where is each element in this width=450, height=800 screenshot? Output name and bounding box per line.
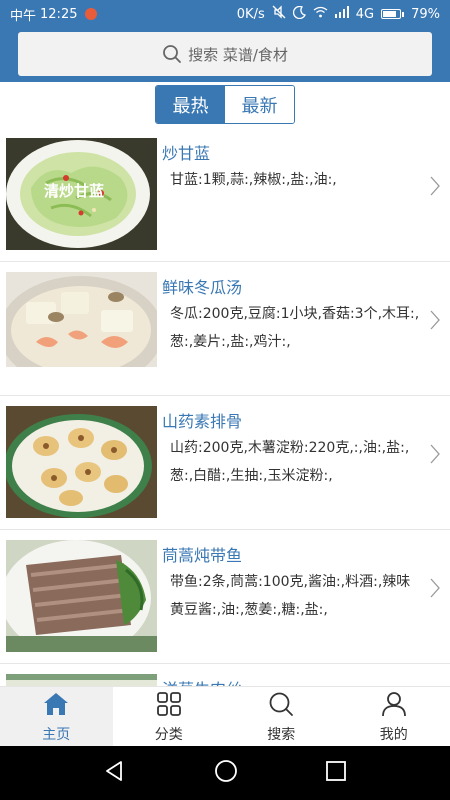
chevron-right-icon (430, 176, 440, 200)
nav-search-label: 搜索 (267, 726, 296, 743)
recipe-ingredients: 甘蓝:1颗,蒜:,辣椒:,盐:,油:, (170, 172, 337, 188)
recipe-title: 炒甘蓝 (162, 144, 211, 163)
status-carrier: 中午 (10, 8, 37, 24)
recipe-item[interactable]: 清炒甘蓝 炒甘蓝 甘蓝:1颗,蒜:,辣椒:,盐:,油:, (0, 128, 450, 262)
search-bar[interactable]: 搜索 菜谱/食材 (18, 32, 432, 76)
network-type: 4G (355, 6, 375, 22)
status-time: 12:25 (40, 6, 78, 22)
recipe-item[interactable]: 茼蒿炖带鱼 带鱼:2条,茼蒿:100克,酱油:,料酒:,辣味黄豆酱:,油:,葱姜… (0, 530, 450, 664)
wifi-icon (313, 6, 328, 22)
back-icon[interactable] (103, 759, 127, 787)
recents-icon[interactable] (325, 760, 347, 786)
chevron-right-icon (430, 578, 440, 602)
search-icon (268, 691, 294, 721)
recipe-image (6, 406, 157, 518)
recipe-ingredients: 山药:200克,木薯淀粉:220克,:,油:,盐:,葱:,白醋:,生抽:,玉米淀… (170, 440, 410, 484)
search-placeholder: 搜索 菜谱/食材 (188, 45, 288, 64)
nav-home-label: 主页 (42, 726, 71, 743)
recipe-title: 鲜味冬瓜汤 (162, 278, 243, 297)
nav-category[interactable]: 分类 (113, 687, 226, 747)
recipe-title: 洋葱牛肉丝 (162, 676, 242, 686)
home-button-icon[interactable] (214, 759, 238, 787)
battery-level: 79% (411, 6, 440, 22)
tab-newest[interactable]: 最新 (225, 86, 294, 123)
user-icon (381, 691, 407, 721)
moon-icon (292, 5, 306, 23)
recipe-title: 山药素排骨 (162, 412, 243, 431)
battery-icon (381, 9, 405, 19)
recipe-item[interactable]: 鲜味冬瓜汤 冬瓜:200克,豆腐:1小块,香菇:3个,木耳:,葱:,姜片:,盐:… (0, 262, 450, 396)
recipe-ingredients: 带鱼:2条,茼蒿:100克,酱油:,料酒:,辣味黄豆酱:,油:,葱姜:,糖:,盐… (170, 574, 411, 618)
recipe-image: 清炒甘蓝 (6, 138, 157, 250)
tab-hottest[interactable]: 最热 (156, 86, 225, 123)
nav-home[interactable]: 主页 (0, 687, 113, 747)
sort-toggle: 最热 最新 (155, 85, 295, 124)
search-header: 搜索 菜谱/食材 (0, 28, 450, 82)
status-left: 中午 12:25 (10, 5, 98, 24)
mute-icon (272, 5, 286, 23)
status-bar: 中午 12:25 0K/s 4G 79% (0, 0, 450, 28)
recipe-list: 清炒甘蓝 炒甘蓝 甘蓝:1颗,蒜:,辣椒:,盐:,油:, 鲜味冬瓜汤 冬瓜:20… (0, 128, 450, 686)
recipe-ingredients: 冬瓜:200克,豆腐:1小块,香菇:3个,木耳:,葱:,姜片:,盐:,鸡汁:, (170, 306, 420, 350)
recipe-title: 茼蒿炖带鱼 (162, 546, 243, 565)
recipe-image (6, 540, 157, 652)
recipe-item[interactable]: 山药素排骨 山药:200克,木薯淀粉:220克,:,油:,盐:,葱:,白醋:,生… (0, 396, 450, 530)
nav-search[interactable]: 搜索 (225, 687, 338, 747)
recipe-item[interactable]: 洋葱牛肉丝 (0, 664, 450, 686)
chevron-right-icon (430, 310, 440, 334)
app-screen: 中午 12:25 0K/s 4G 79% 搜索 菜谱/食材 最热 最新 清炒甘蓝… (0, 0, 450, 800)
nav-profile[interactable]: 我的 (338, 687, 450, 747)
signal-icon (334, 6, 349, 22)
recipe-image (6, 272, 157, 384)
search-icon (162, 44, 182, 64)
notification-icon (85, 8, 98, 20)
status-right: 0K/s 4G 79% (237, 5, 440, 23)
status-speed: 0K/s (236, 6, 265, 22)
bottom-nav: 主页 分类 搜索 我的 (0, 686, 450, 747)
system-nav-bar (0, 746, 450, 800)
home-icon (42, 691, 70, 721)
nav-profile-label: 我的 (379, 726, 408, 743)
chevron-right-icon (430, 444, 440, 468)
grid-icon (156, 691, 182, 721)
recipe-image (6, 674, 157, 686)
image-caption: 清炒甘蓝 (44, 182, 104, 200)
nav-category-label: 分类 (154, 726, 183, 743)
